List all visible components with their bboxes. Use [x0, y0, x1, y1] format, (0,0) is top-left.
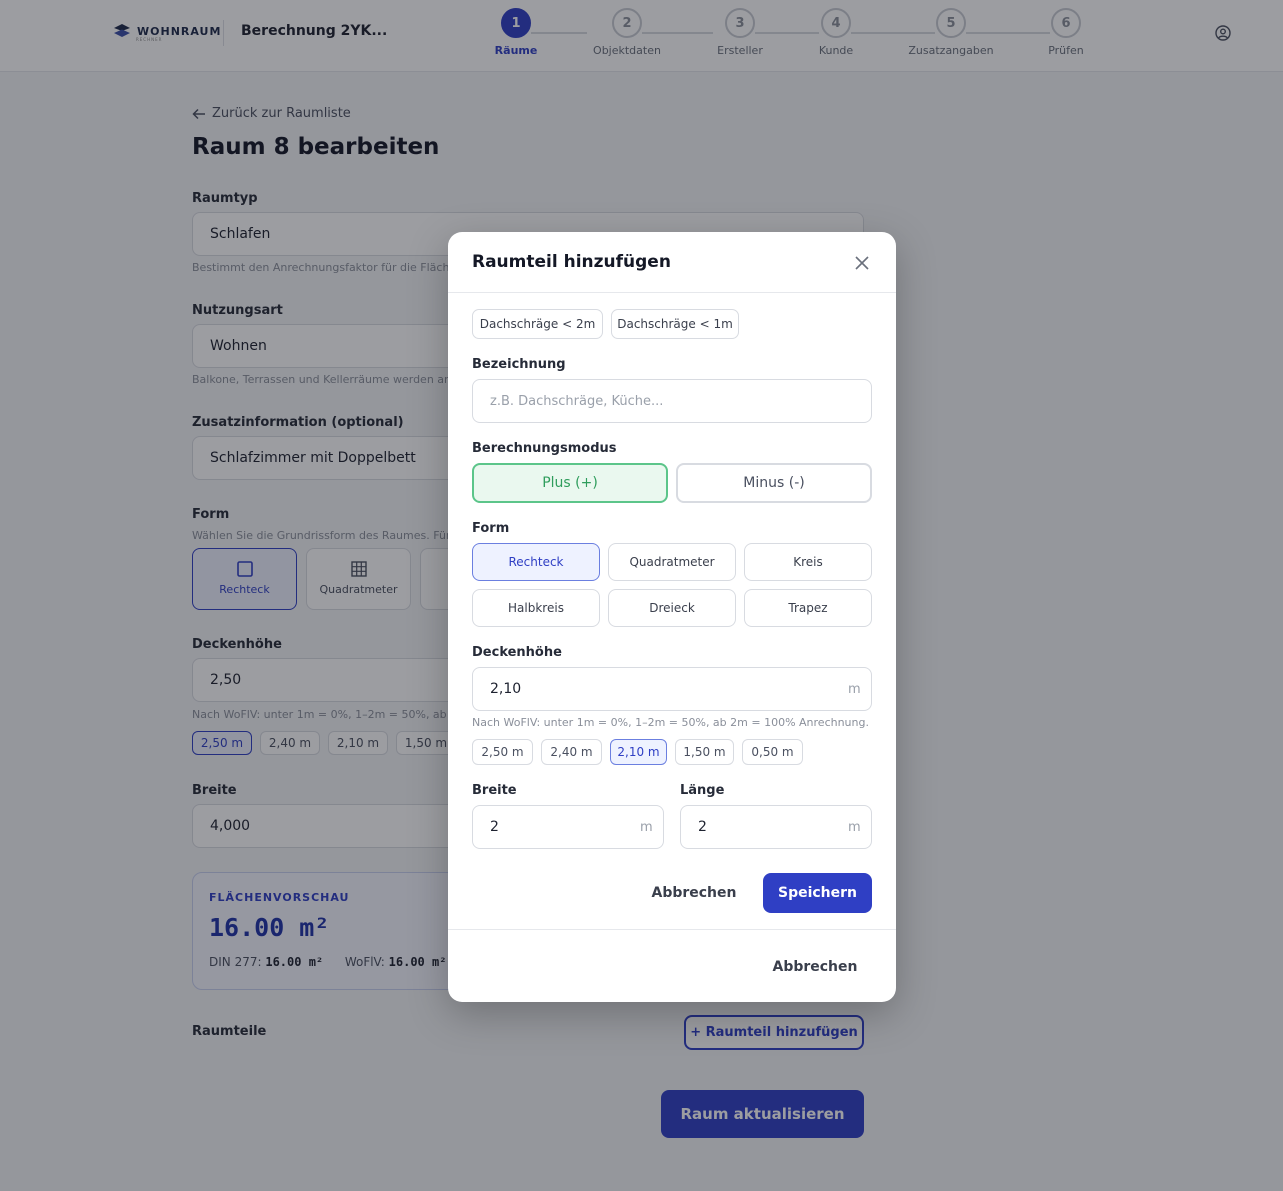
bezeichnung-label: Bezeichnung: [472, 357, 566, 372]
preset-dachschraege-2m[interactable]: Dachschräge < 2m: [472, 309, 603, 339]
preset-dachschraege-1m[interactable]: Dachschräge < 1m: [611, 309, 739, 339]
modal-footer-cancel-button[interactable]: Abbrechen: [760, 950, 870, 984]
modal-save-button[interactable]: Speichern: [763, 873, 872, 913]
mode-plus-button[interactable]: Plus (+): [472, 463, 668, 503]
form-rechteck-button[interactable]: Rechteck: [472, 543, 600, 581]
modal-divider: [448, 292, 896, 293]
modal-title: Raumteil hinzufügen: [472, 252, 671, 272]
mode-minus-button[interactable]: Minus (-): [676, 463, 872, 503]
modal-laenge-label: Länge: [680, 783, 725, 798]
modal-height-chip[interactable]: 2,50 m: [472, 739, 533, 765]
form-halbkreis-button[interactable]: Halbkreis: [472, 589, 600, 627]
modal-deckenhoehe-help: Nach WoFlV: unter 1m = 0%, 1–2m = 50%, a…: [472, 716, 869, 729]
modal-laenge-input[interactable]: [680, 805, 872, 849]
modal-height-chip[interactable]: 0,50 m: [742, 739, 803, 765]
modal-footer-divider: [448, 929, 896, 930]
add-room-part-modal: Raumteil hinzufügen Dachschräge < 2m Dac…: [448, 232, 896, 1002]
form-trapez-button[interactable]: Trapez: [744, 589, 872, 627]
modal-cancel-button[interactable]: Abbrechen: [640, 874, 748, 912]
form-dreieck-button[interactable]: Dreieck: [608, 589, 736, 627]
modal-form-label: Form: [472, 521, 510, 536]
modal-breite-label: Breite: [472, 783, 517, 798]
berechnungsmodus-label: Berechnungsmodus: [472, 441, 617, 456]
form-kreis-button[interactable]: Kreis: [744, 543, 872, 581]
modal-height-chip[interactable]: 1,50 m: [675, 739, 734, 765]
close-icon: [855, 255, 869, 270]
modal-height-chip[interactable]: 2,40 m: [541, 739, 602, 765]
bezeichnung-input[interactable]: [472, 379, 872, 423]
unit-label: m: [640, 820, 653, 835]
form-quadratmeter-button[interactable]: Quadratmeter: [608, 543, 736, 581]
close-modal-button[interactable]: [852, 254, 872, 274]
modal-deckenhoehe-label: Deckenhöhe: [472, 645, 562, 660]
unit-label: m: [848, 682, 861, 697]
modal-deckenhoehe-input[interactable]: [472, 667, 872, 711]
unit-label: m: [848, 820, 861, 835]
modal-height-chip[interactable]: 2,10 m: [610, 739, 667, 765]
modal-breite-input[interactable]: [472, 805, 664, 849]
